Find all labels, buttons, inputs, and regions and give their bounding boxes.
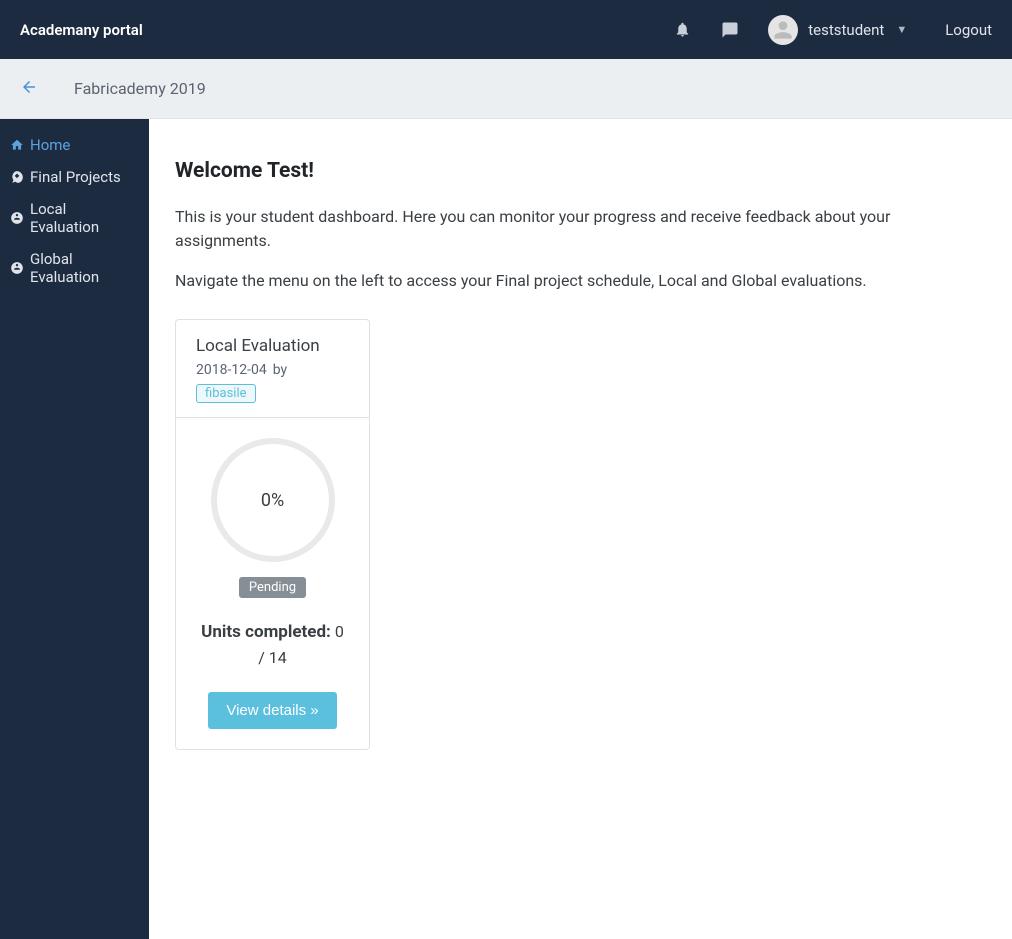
username: teststudent	[808, 21, 884, 39]
home-icon	[10, 138, 24, 152]
welcome-title: Welcome Test!	[175, 159, 986, 183]
rocket-icon	[10, 170, 24, 184]
dashboard-icon	[10, 261, 24, 275]
top-nav-right: teststudent ▼ Logout	[672, 15, 992, 45]
logout-link[interactable]: Logout	[945, 21, 992, 39]
breadcrumb-bar: Fabricademy 2019	[0, 59, 1012, 119]
author-tag[interactable]: fibasile	[196, 384, 256, 403]
caret-down-icon: ▼	[896, 23, 907, 36]
breadcrumb-course[interactable]: Fabricademy 2019	[74, 79, 206, 98]
dashboard-icon	[10, 211, 24, 225]
card-header: Local Evaluation 2018-12-04 by fibasile	[176, 320, 369, 418]
view-details-button[interactable]: View details »	[208, 692, 336, 729]
units-line: Units completed: 0 / 14	[196, 620, 349, 670]
main-wrapper: Home Final Projects Local Evaluation Glo…	[0, 119, 1012, 939]
card-meta: 2018-12-04 by fibasile	[196, 362, 349, 403]
status-badge: Pending	[239, 577, 306, 598]
chat-icon[interactable]	[720, 20, 740, 40]
evaluation-card: Local Evaluation 2018-12-04 by fibasile …	[175, 319, 370, 750]
intro-text-2: Navigate the menu on the left to access …	[175, 269, 986, 293]
progress-percent: 0%	[261, 490, 284, 511]
sidebar-item-label: Global Evaluation	[30, 250, 139, 286]
progress-circle: 0%	[211, 438, 335, 562]
back-arrow-icon[interactable]	[20, 78, 38, 100]
card-date: 2018-12-04	[196, 362, 267, 378]
brand-title[interactable]: Academany portal	[20, 21, 143, 39]
sidebar-item-label: Local Evaluation	[30, 200, 139, 236]
top-nav: Academany portal teststudent ▼ Logout	[0, 0, 1012, 59]
avatar	[768, 15, 798, 45]
user-menu[interactable]: teststudent ▼	[768, 15, 907, 45]
sidebar-item-label: Home	[30, 136, 70, 154]
card-by-label: by	[273, 362, 287, 378]
units-label: Units completed:	[201, 622, 331, 642]
sidebar-item-label: Final Projects	[30, 168, 121, 186]
sidebar-item-final-projects[interactable]: Final Projects	[0, 161, 149, 193]
card-title: Local Evaluation	[196, 336, 349, 356]
content: Welcome Test! This is your student dashb…	[149, 119, 1012, 939]
bell-icon[interactable]	[672, 20, 692, 40]
intro-text-1: This is your student dashboard. Here you…	[175, 205, 986, 253]
sidebar-item-global-evaluation[interactable]: Global Evaluation	[0, 243, 149, 293]
sidebar-item-home[interactable]: Home	[0, 129, 149, 161]
card-body: 0% Pending Units completed: 0 / 14 View …	[176, 418, 369, 749]
sidebar-item-local-evaluation[interactable]: Local Evaluation	[0, 193, 149, 243]
sidebar: Home Final Projects Local Evaluation Glo…	[0, 119, 149, 939]
